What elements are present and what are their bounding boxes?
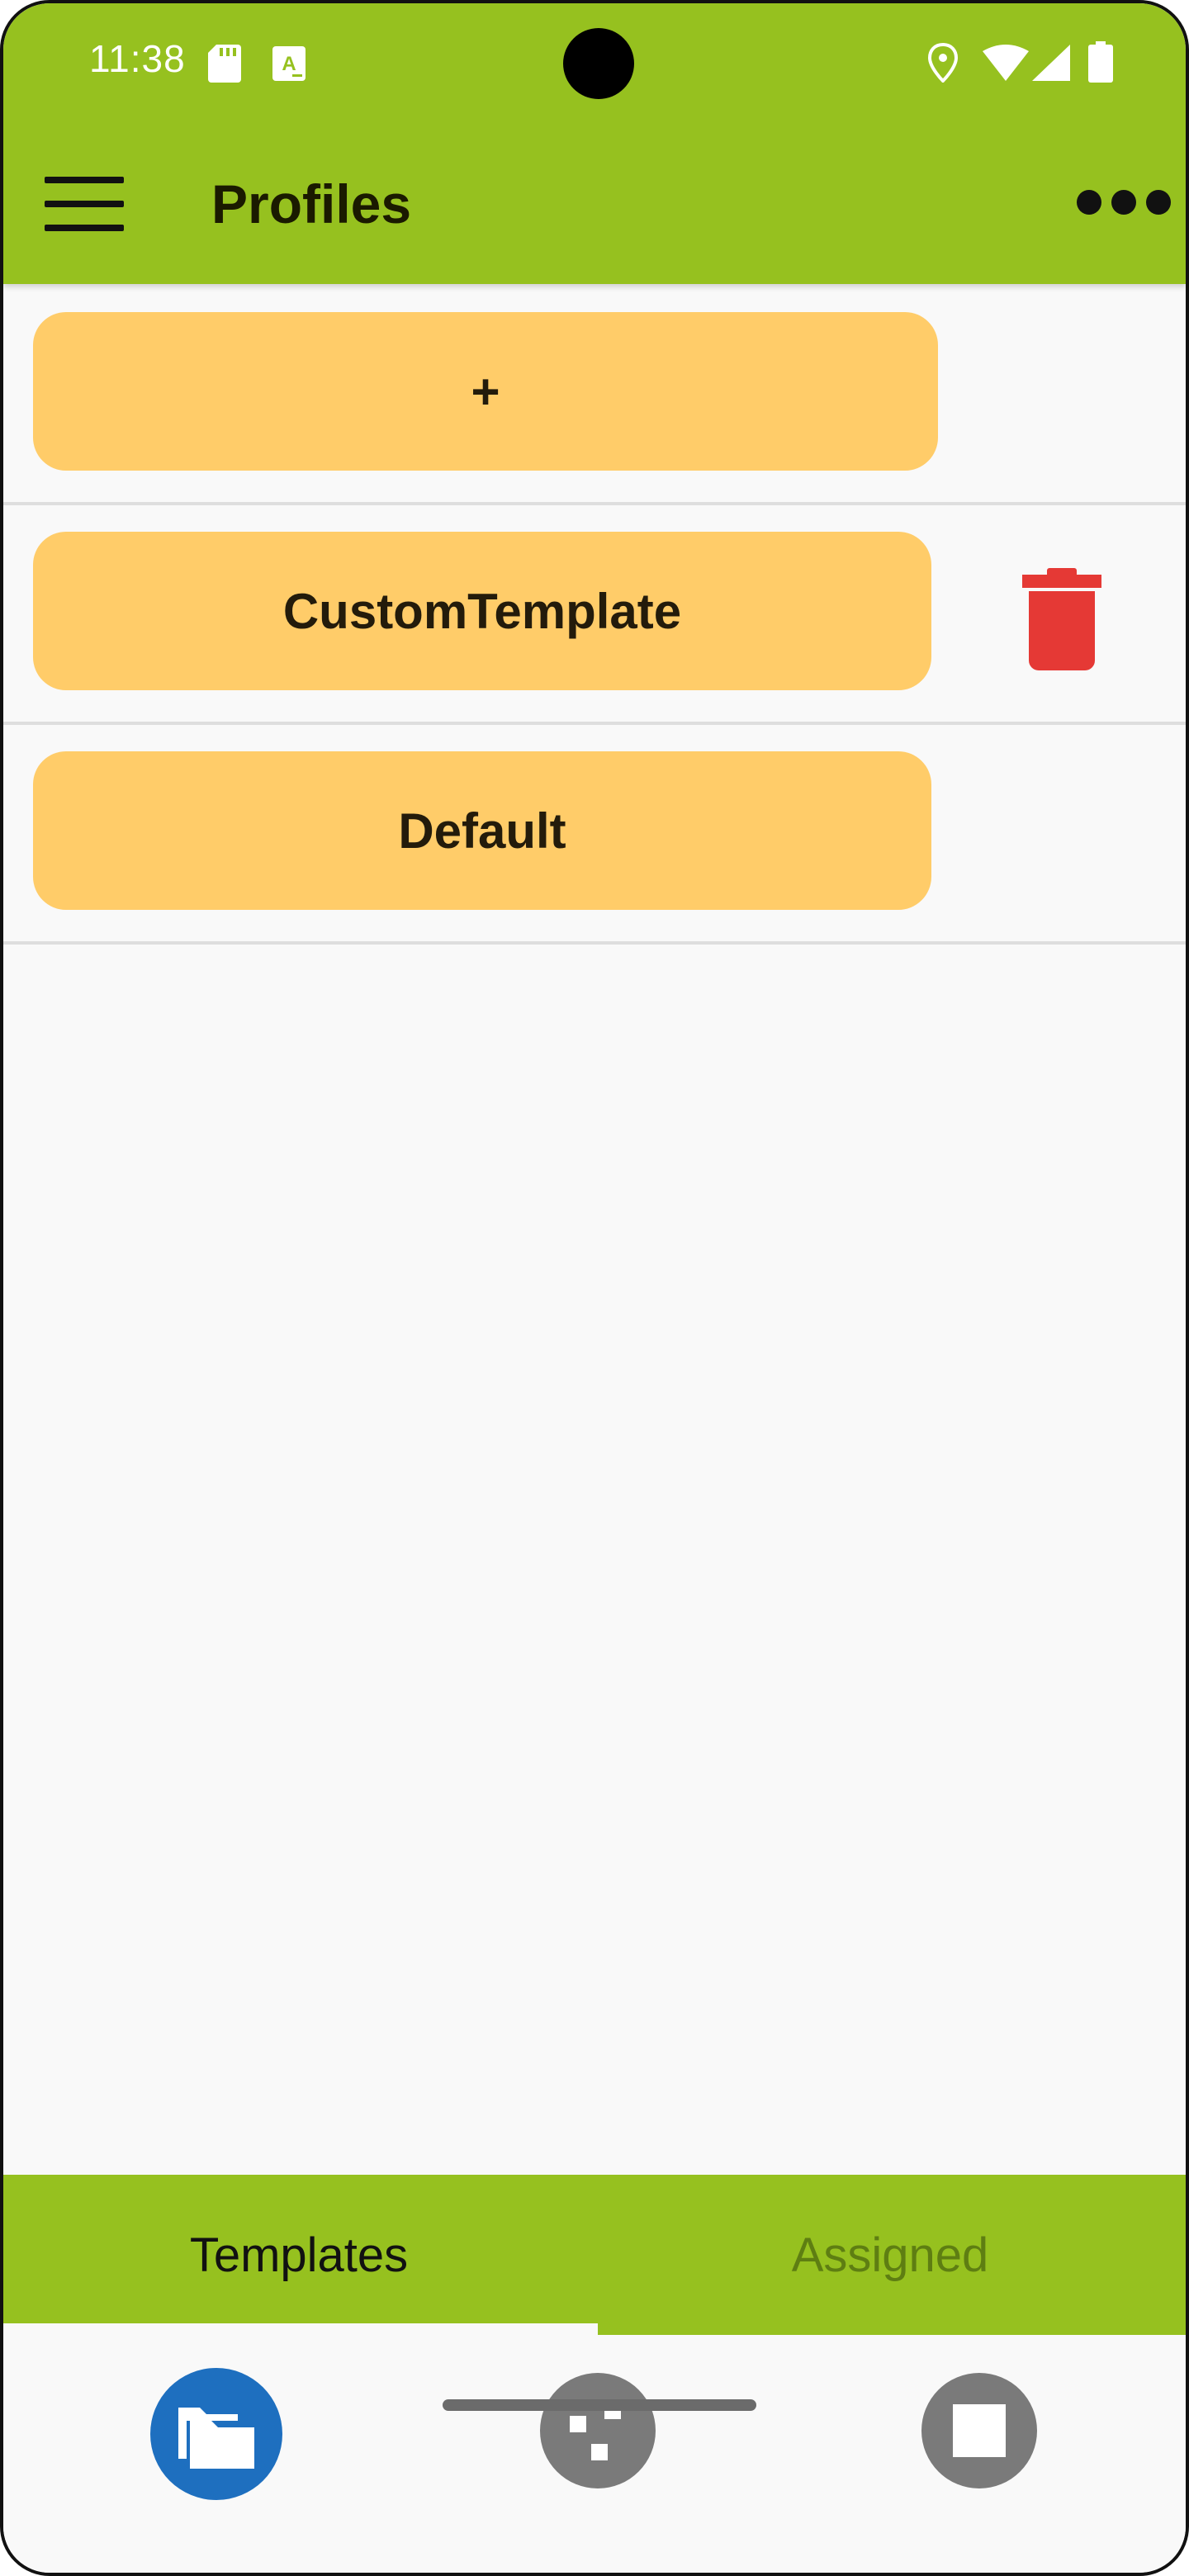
location-icon <box>928 43 958 83</box>
sd-card-icon <box>208 45 241 83</box>
dice-icon <box>570 2403 621 2460</box>
folder-icon <box>178 2408 254 2469</box>
bottom-navigation <box>3 2335 1186 2573</box>
stop-icon <box>953 2404 1006 2457</box>
battery-icon <box>1088 41 1113 83</box>
front-camera <box>563 28 634 99</box>
home-indicator[interactable] <box>443 2399 756 2411</box>
tab-templates[interactable]: Templates <box>3 2175 594 2335</box>
nav-dice-button[interactable] <box>540 2373 656 2488</box>
wifi-icon <box>983 45 1029 81</box>
nav-folder-button[interactable] <box>150 2368 282 2500</box>
profile-button-default[interactable]: Default <box>33 751 931 910</box>
svg-text:A: A <box>282 53 296 75</box>
list-item: + <box>3 286 1186 505</box>
page-title: Profiles <box>211 173 412 234</box>
phone-frame: 11:38 A Profiles + CustomTemplate Defaul… <box>0 0 1189 2576</box>
app-bar: 11:38 A Profiles <box>3 3 1186 284</box>
list-item: CustomTemplate <box>3 505 1186 725</box>
status-time: 11:38 <box>89 37 186 80</box>
tab-assigned[interactable]: Assigned <box>594 2175 1186 2335</box>
a-notification-icon: A <box>272 46 306 81</box>
nav-stop-button[interactable] <box>921 2373 1037 2488</box>
profile-list: + CustomTemplate Default <box>3 286 1186 945</box>
delete-icon[interactable] <box>1022 568 1101 670</box>
more-options-icon[interactable] <box>1077 187 1172 220</box>
cell-signal-icon <box>1032 45 1070 81</box>
add-profile-button[interactable]: + <box>33 312 938 471</box>
profile-button-customtemplate[interactable]: CustomTemplate <box>33 532 931 690</box>
selected-tab-indicator <box>3 2323 598 2335</box>
hamburger-menu-icon[interactable] <box>45 177 124 231</box>
list-item: Default <box>3 725 1186 945</box>
tab-bar: Templates Assigned <box>3 2175 1186 2335</box>
